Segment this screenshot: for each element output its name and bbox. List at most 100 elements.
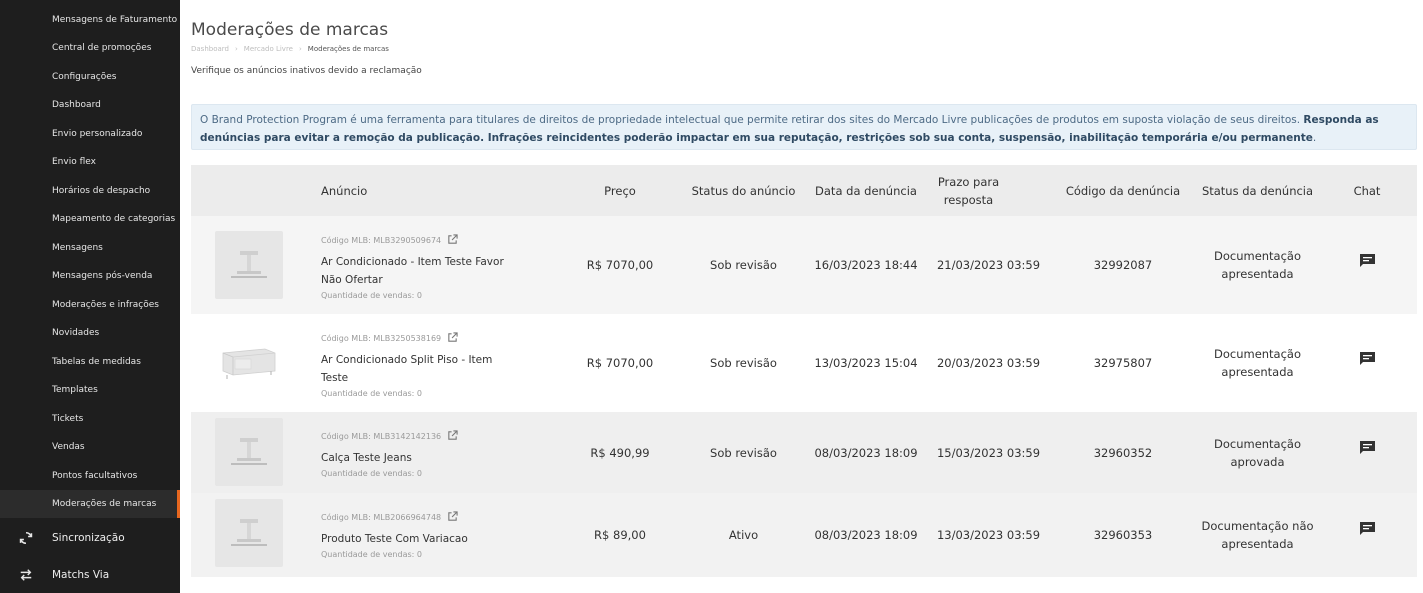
product-code: Código MLB: MLB3142142136 — [321, 430, 511, 443]
sidebar-item-mensagens-pos-venda[interactable]: Mensagens pós-venda — [0, 262, 180, 290]
cell-complaint-code: 32960352 — [1093, 445, 1153, 460]
sidebar-item-label: Mensagens de Faturamento — [52, 15, 178, 25]
product-name[interactable]: Produto Teste Com Variacao — [321, 530, 511, 548]
sidebar-item-central-promocoes[interactable]: Central de promoções — [0, 34, 180, 62]
sidebar-item-novidades[interactable]: Novidades — [0, 319, 180, 347]
product-thumbnail[interactable] — [215, 418, 283, 486]
sidebar-item-sincronizacao[interactable]: Sincronização — [0, 520, 180, 556]
column-header-codigo-denuncia: Código da denúncia — [1065, 183, 1181, 198]
sync-icon — [18, 530, 34, 546]
breadcrumb-item-dashboard[interactable]: Dashboard — [191, 45, 229, 53]
sidebar-item-configuracoes[interactable]: Configurações — [0, 63, 180, 91]
chat-icon — [1359, 440, 1376, 460]
cell-complaint-date: 08/03/2023 18:09 — [814, 445, 918, 460]
breadcrumb-item-mercado-livre[interactable]: Mercado Livre — [244, 45, 293, 53]
cell-complaint-date: 08/03/2023 18:09 — [814, 528, 918, 542]
sidebar-item-label: Envio flex — [52, 157, 96, 167]
sidebar-item-envio-personalizado[interactable]: Envio personalizado — [0, 120, 180, 148]
sidebar-item-label: Configurações — [52, 72, 117, 82]
cell-listing-status: Sob revisão — [710, 445, 777, 460]
product-thumbnail[interactable] — [215, 499, 283, 567]
product-info: Código MLB: MLB3250538169 Ar Condicionad… — [321, 332, 511, 398]
cell-deadline: 13/03/2023 03:59 — [936, 528, 1041, 542]
sidebar-item-label: Mapeamento de categorias — [52, 214, 176, 224]
sidebar-item-tickets[interactable]: Tickets — [0, 405, 180, 433]
table-row: Código MLB: MLB3142142136 Calça Teste Je… — [191, 412, 1417, 493]
sidebar-item-horarios-despacho[interactable]: Horários de despacho — [0, 177, 180, 205]
cell-deadline: 21/03/2023 03:59 — [936, 258, 1041, 272]
external-link-icon[interactable] — [447, 511, 458, 524]
product-code-text: Código MLB: MLB3290509674 — [321, 236, 442, 245]
product-thumbnail[interactable] — [215, 329, 283, 397]
breadcrumb-separator: › — [234, 45, 238, 53]
sidebar-item-label: Pontos facultativos — [52, 471, 138, 481]
sidebar-item-mensagens-faturamento[interactable]: Mensagens de Faturamento — [0, 6, 180, 34]
main-content: Moderações de marcas Dashboard › Mercado… — [180, 0, 1423, 593]
sidebar-item-vendas[interactable]: Vendas — [0, 433, 180, 461]
cell-price: R$ 7070,00 — [586, 356, 654, 370]
column-header-anuncio: Anúncio — [321, 183, 368, 198]
info-text: O Brand Protection Program é uma ferrame… — [200, 114, 1304, 126]
product-info: Código MLB: MLB3142142136 Calça Teste Je… — [321, 430, 511, 478]
column-header-chat: Chat — [1353, 183, 1381, 198]
sidebar-item-dashboard[interactable]: Dashboard — [0, 91, 180, 119]
sidebar-item-tabelas-medidas[interactable]: Tabelas de medidas — [0, 348, 180, 376]
cell-deadline: 20/03/2023 03:59 — [936, 356, 1041, 370]
cell-listing-status: Sob revisão — [710, 258, 777, 272]
product-code: Código MLB: MLB3250538169 — [321, 332, 511, 345]
chat-icon — [1359, 521, 1376, 541]
column-header-data-denuncia: Data da denúncia — [815, 183, 917, 198]
external-link-icon[interactable] — [447, 332, 458, 345]
cell-complaint-date: 16/03/2023 18:44 — [814, 258, 918, 272]
product-name[interactable]: Ar Condicionado - Item Teste Favor Não O… — [321, 253, 511, 289]
sidebar-item-mensagens[interactable]: Mensagens — [0, 234, 180, 262]
sidebar-item-label: Templates — [52, 385, 98, 395]
product-sales-qty: Quantidade de vendas: 0 — [321, 389, 422, 398]
sidebar-item-label: Tickets — [52, 414, 84, 424]
cell-listing-status: Ativo — [728, 528, 759, 542]
sidebar-item-label: Moderações de marcas — [52, 499, 157, 509]
chat-button[interactable] — [1357, 521, 1377, 541]
table-row: Código MLB: MLB3290509674 Ar Condicionad… — [191, 216, 1417, 314]
chat-icon — [1359, 253, 1376, 273]
breadcrumb-separator: › — [298, 45, 302, 53]
sidebar-item-label: Matchs Via — [52, 569, 110, 581]
page-subtitle: Verifique os anúncios inativos devido a … — [191, 66, 422, 76]
cell-complaint-status: Documentação aprovada — [1213, 436, 1302, 469]
sidebar-item-label: Horários de despacho — [52, 186, 151, 196]
cell-listing-status: Sob revisão — [710, 356, 777, 370]
product-thumbnail[interactable] — [215, 231, 283, 299]
sidebar-item-matchs-via[interactable]: Matchs Via — [0, 557, 180, 593]
sidebar-item-envio-flex[interactable]: Envio flex — [0, 148, 180, 176]
cell-complaint-code: 32975807 — [1093, 356, 1153, 370]
breadcrumb: Dashboard › Mercado Livre › Moderações d… — [191, 45, 389, 53]
sidebar-item-moderacoes-marcas[interactable]: Moderações de marcas — [0, 490, 180, 518]
external-link-icon[interactable] — [447, 430, 458, 443]
chat-button[interactable] — [1357, 440, 1377, 460]
product-name[interactable]: Calça Teste Jeans — [321, 449, 511, 467]
product-sales-qty: Quantidade de vendas: 0 — [321, 469, 422, 478]
product-code: Código MLB: MLB2066964748 — [321, 511, 511, 524]
sidebar-item-pontos-facultativos[interactable]: Pontos facultativos — [0, 462, 180, 490]
column-header-preco: Preço — [604, 183, 636, 198]
cell-complaint-status: Documentação apresentada — [1213, 347, 1302, 379]
sidebar-item-mapeamento-categorias[interactable]: Mapeamento de categorias — [0, 205, 180, 233]
product-sales-qty: Quantidade de vendas: 0 — [321, 550, 422, 559]
product-info: Código MLB: MLB3290509674 Ar Condicionad… — [321, 234, 511, 300]
chat-button[interactable] — [1357, 351, 1377, 371]
product-sales-qty: Quantidade de vendas: 0 — [321, 291, 422, 300]
sidebar-item-label: Central de promoções — [52, 43, 152, 53]
chat-button[interactable] — [1357, 253, 1377, 273]
product-name[interactable]: Ar Condicionado Split Piso - Item Teste — [321, 351, 511, 387]
info-text-end: . — [1312, 132, 1317, 144]
product-code-text: Código MLB: MLB2066964748 — [321, 513, 442, 522]
sidebar-item-moderacoes-infracoes[interactable]: Moderações e infrações — [0, 291, 180, 319]
external-link-icon[interactable] — [447, 234, 458, 247]
info-banner: O Brand Protection Program é uma ferrame… — [191, 104, 1417, 150]
cell-complaint-status: Documentação não apresentada — [1201, 519, 1314, 551]
sidebar-item-label: Vendas — [52, 442, 85, 452]
sidebar-item-templates[interactable]: Templates — [0, 376, 180, 404]
cell-deadline: 15/03/2023 03:59 — [936, 445, 1041, 460]
cell-complaint-date: 13/03/2023 15:04 — [814, 356, 918, 370]
sidebar-item-label: Envio personalizado — [52, 129, 143, 139]
